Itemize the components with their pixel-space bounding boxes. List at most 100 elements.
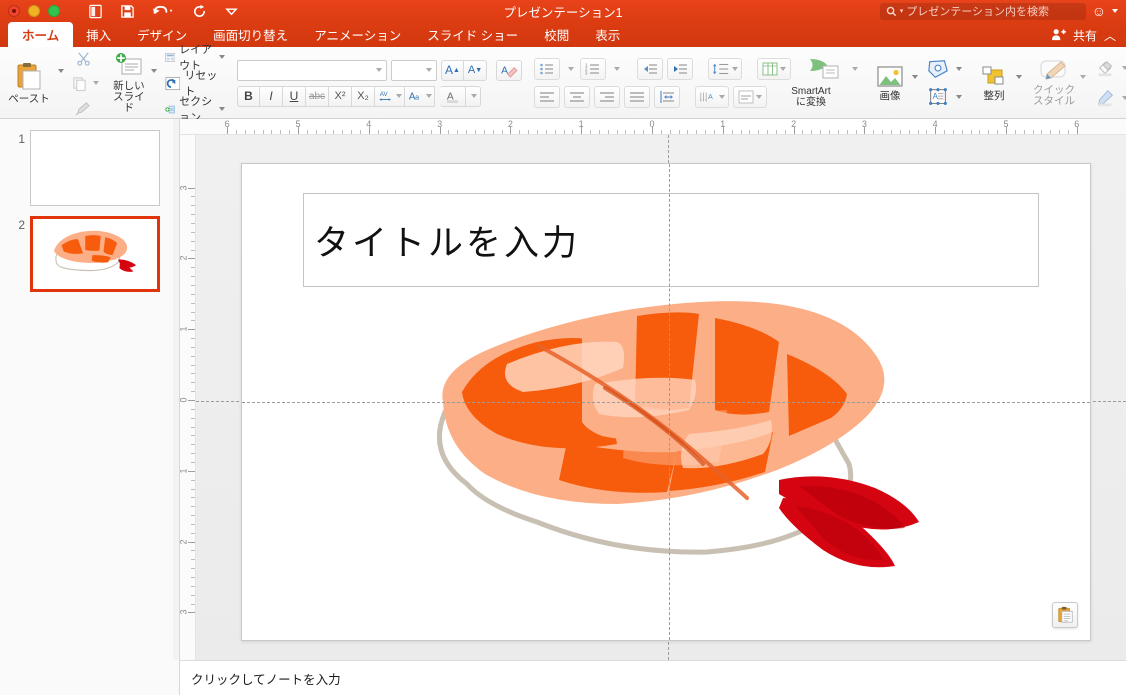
clear-formatting-button[interactable]: A	[496, 59, 522, 81]
grow-font-button[interactable]: A ▲	[441, 59, 464, 81]
subscript-button[interactable]: X₂	[352, 85, 375, 107]
paste-dropdown-caret[interactable]	[58, 69, 64, 73]
numbered-list-dropdown[interactable]	[610, 58, 622, 80]
distribute-text-button[interactable]	[654, 86, 680, 108]
tab-home[interactable]: ホーム	[8, 22, 74, 47]
underline-button[interactable]: U	[283, 85, 306, 107]
vertical-ruler[interactable]: 3 2 1 0 1 2 3	[180, 135, 196, 660]
numbered-list-button[interactable]: 123	[580, 58, 606, 80]
slide-thumbnail-1[interactable]	[30, 130, 160, 206]
font-name-input[interactable]	[237, 59, 387, 81]
shape-fill-button[interactable]	[1096, 57, 1126, 79]
italic-button[interactable]: I	[260, 85, 283, 107]
cut-button[interactable]	[72, 48, 94, 68]
quick-styles-button[interactable]: クイック スタイル	[1030, 59, 1078, 107]
strikethrough-button[interactable]: abc	[306, 85, 329, 107]
new-slide-icon[interactable]	[86, 3, 104, 19]
text-direction-button[interactable]: A	[695, 86, 729, 108]
paste-options-button[interactable]	[1052, 602, 1078, 628]
undo-icon[interactable]	[150, 3, 176, 19]
section-dropdown-caret[interactable]	[219, 107, 225, 111]
smiley-icon[interactable]: ☺	[1092, 4, 1106, 18]
redo-icon[interactable]	[190, 3, 208, 19]
tab-review[interactable]: 校閲	[531, 22, 582, 47]
new-slide-button[interactable]: 新しい スライド	[111, 52, 147, 114]
bold-button[interactable]: B	[237, 85, 260, 107]
slide-thumbnail-2[interactable]	[30, 216, 160, 292]
paste-button[interactable]: ペースト	[6, 62, 52, 105]
decrease-indent-button[interactable]	[637, 58, 663, 80]
tab-view[interactable]: 表示	[582, 22, 633, 47]
new-slide-dropdown-caret[interactable]	[150, 69, 157, 73]
zoom-window-button[interactable]	[48, 5, 60, 17]
font-size-dropdown-caret[interactable]	[426, 68, 432, 72]
format-painter-button[interactable]	[72, 98, 94, 118]
reset-button[interactable]: リセット	[165, 70, 225, 98]
slide-canvas[interactable]: タイトルを入力	[241, 163, 1091, 641]
text-box-dropdown-caret[interactable]	[956, 95, 962, 99]
smartart-convert-button[interactable]: SmartArt に変換	[780, 86, 842, 108]
shape-fill-caret[interactable]	[1122, 66, 1126, 70]
align-center-button[interactable]	[564, 86, 590, 108]
picture-button[interactable]: 画像	[870, 65, 910, 102]
align-left-button[interactable]	[534, 86, 560, 108]
tab-insert[interactable]: 挿入	[73, 22, 124, 47]
change-case-caret[interactable]	[425, 94, 432, 98]
customize-toolbar-icon[interactable]	[222, 3, 240, 19]
bullet-list-button[interactable]	[534, 58, 560, 80]
tab-transitions[interactable]: 画面切り替え	[200, 22, 301, 47]
change-case-button[interactable]: Aa	[405, 85, 435, 107]
justify-button[interactable]	[624, 86, 650, 108]
tab-slideshow[interactable]: スライド ショー	[414, 22, 531, 47]
columns-button[interactable]	[757, 58, 791, 80]
shrink-font-button[interactable]: A ▼	[464, 59, 487, 81]
align-text-button[interactable]	[733, 86, 767, 108]
font-color-button[interactable]: A	[440, 85, 466, 107]
superscript-button[interactable]: X²	[329, 85, 352, 107]
tab-animations[interactable]: アニメーション	[301, 22, 414, 47]
title-placeholder[interactable]: タイトルを入力	[303, 193, 1039, 287]
font-size-input[interactable]	[391, 59, 437, 81]
save-icon[interactable]	[118, 3, 136, 19]
person-add-icon[interactable]	[1051, 28, 1066, 44]
search-dropdown-caret[interactable]: ▾	[900, 7, 904, 15]
bullet-list-dropdown[interactable]	[564, 58, 576, 80]
smartart-dropdown-caret[interactable]	[852, 67, 858, 71]
copy-button[interactable]	[72, 72, 99, 94]
slide-thumbnail-1-row[interactable]: 1	[5, 130, 160, 206]
arrange-button[interactable]: 整列	[974, 65, 1014, 102]
slide-thumbnail-panel[interactable]: 1 2	[0, 119, 180, 695]
minimize-window-button[interactable]	[28, 5, 40, 17]
character-spacing-caret[interactable]	[395, 94, 402, 98]
line-spacing-button[interactable]	[708, 58, 742, 80]
layout-button[interactable]: レイアウト	[164, 44, 225, 72]
increase-indent-button[interactable]	[667, 58, 693, 80]
align-right-button[interactable]	[594, 86, 620, 108]
font-color-dropdown[interactable]	[466, 85, 481, 107]
shapes-button[interactable]	[926, 58, 962, 80]
notes-pane[interactable]: クリックしてノートを入力	[180, 660, 1126, 695]
search-input[interactable]: ▾ プレゼンテーション内を検索	[879, 2, 1086, 20]
copy-dropdown-caret[interactable]	[93, 81, 99, 85]
quick-styles-dropdown-caret[interactable]	[1080, 75, 1086, 79]
chevron-up-icon[interactable]: ︿	[1104, 27, 1116, 44]
shape-outline-button[interactable]	[1096, 87, 1126, 109]
slide-thumbnail-2-row[interactable]: 2	[5, 216, 160, 292]
shapes-dropdown-caret[interactable]	[956, 67, 962, 71]
arrange-dropdown-caret[interactable]	[1016, 75, 1022, 79]
character-spacing-button[interactable]: AV	[375, 85, 405, 107]
picture-dropdown-caret[interactable]	[912, 75, 918, 79]
share-button[interactable]: 共有	[1073, 27, 1097, 44]
text-box-button[interactable]: A	[926, 86, 962, 108]
layout-dropdown-caret[interactable]	[219, 55, 225, 59]
shrimp-nigiri-sushi-illustration[interactable]	[427, 284, 927, 584]
slide-editing-area[interactable]: タイトルを入力	[196, 135, 1126, 660]
account-chevron-down-icon[interactable]	[1112, 9, 1118, 13]
section-button[interactable]: セクション	[164, 96, 225, 124]
shape-outline-caret[interactable]	[1122, 96, 1126, 100]
font-name-dropdown-caret[interactable]	[376, 68, 382, 72]
panel-scrollbar[interactable]	[173, 119, 179, 695]
close-window-button[interactable]	[8, 5, 20, 17]
smartart-icon-button[interactable]	[806, 58, 846, 80]
horizontal-ruler[interactable]: 6 5 4 3 2 1 0 1 2 3 4 5 6	[180, 119, 1126, 135]
